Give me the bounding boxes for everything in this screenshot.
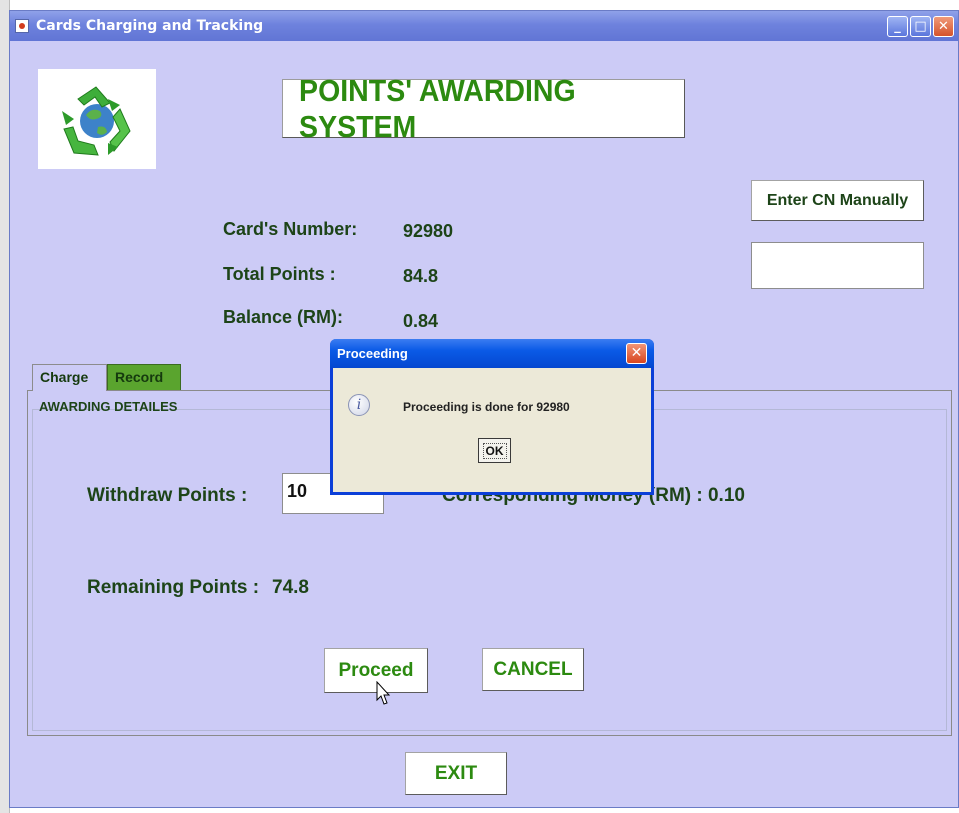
enter-cn-manually-button[interactable]: Enter CN Manually — [751, 180, 924, 221]
minimize-button[interactable]: _ — [887, 16, 908, 37]
dialog-title-bar[interactable]: Proceeding ✕ — [330, 339, 654, 368]
balance-value: 0.84 — [403, 311, 439, 331]
total-points-label: Total Points : — [223, 264, 336, 284]
ok-button-label: OK — [482, 442, 507, 459]
dialog-message: Proceeding is done for 92980 — [403, 400, 570, 414]
remaining-points-label: Remaining Points : — [87, 577, 260, 598]
window-title: Cards Charging and Tracking — [36, 18, 264, 34]
balance-label: Balance (RM): — [223, 307, 344, 327]
recycle-icon — [62, 86, 131, 156]
java-app-icon — [15, 19, 29, 33]
withdraw-points-label: Withdraw Points : — [87, 485, 248, 506]
card-number-value: 92980 — [403, 221, 454, 241]
total-points-value: 84.8 — [403, 266, 439, 286]
ok-button[interactable]: OK — [478, 438, 511, 463]
title-bar[interactable]: Cards Charging and Tracking _ □ ✕ — [10, 11, 958, 41]
card-number-input[interactable] — [751, 242, 924, 289]
main-window: Cards Charging and Tracking _ □ ✕ POINTS… — [9, 10, 959, 808]
tab-record[interactable]: Record — [107, 364, 181, 390]
page-title: POINTS' AWARDING SYSTEM — [299, 72, 576, 144]
title-banner: POINTS' AWARDING SYSTEM — [282, 73, 685, 144]
maximize-button[interactable]: □ — [910, 16, 931, 37]
card-number-label: Card's Number: — [223, 219, 358, 239]
tab-charge[interactable]: Charge — [32, 364, 107, 391]
close-window-button[interactable]: ✕ — [933, 16, 954, 37]
exit-button[interactable]: EXIT — [405, 752, 507, 795]
proceeding-dialog: Proceeding ✕ i Proceeding is done for 92… — [330, 339, 654, 495]
dialog-title: Proceeding — [337, 346, 408, 361]
info-icon: i — [348, 394, 370, 416]
dialog-close-button[interactable]: ✕ — [626, 343, 647, 364]
mouse-cursor-icon — [376, 681, 391, 705]
recycle-globe-logo — [38, 69, 156, 169]
awarding-panel-title: AWARDING DETAILES — [39, 399, 178, 414]
remaining-points-value: 74.8 — [272, 577, 309, 598]
cancel-button[interactable]: CANCEL — [482, 648, 584, 691]
